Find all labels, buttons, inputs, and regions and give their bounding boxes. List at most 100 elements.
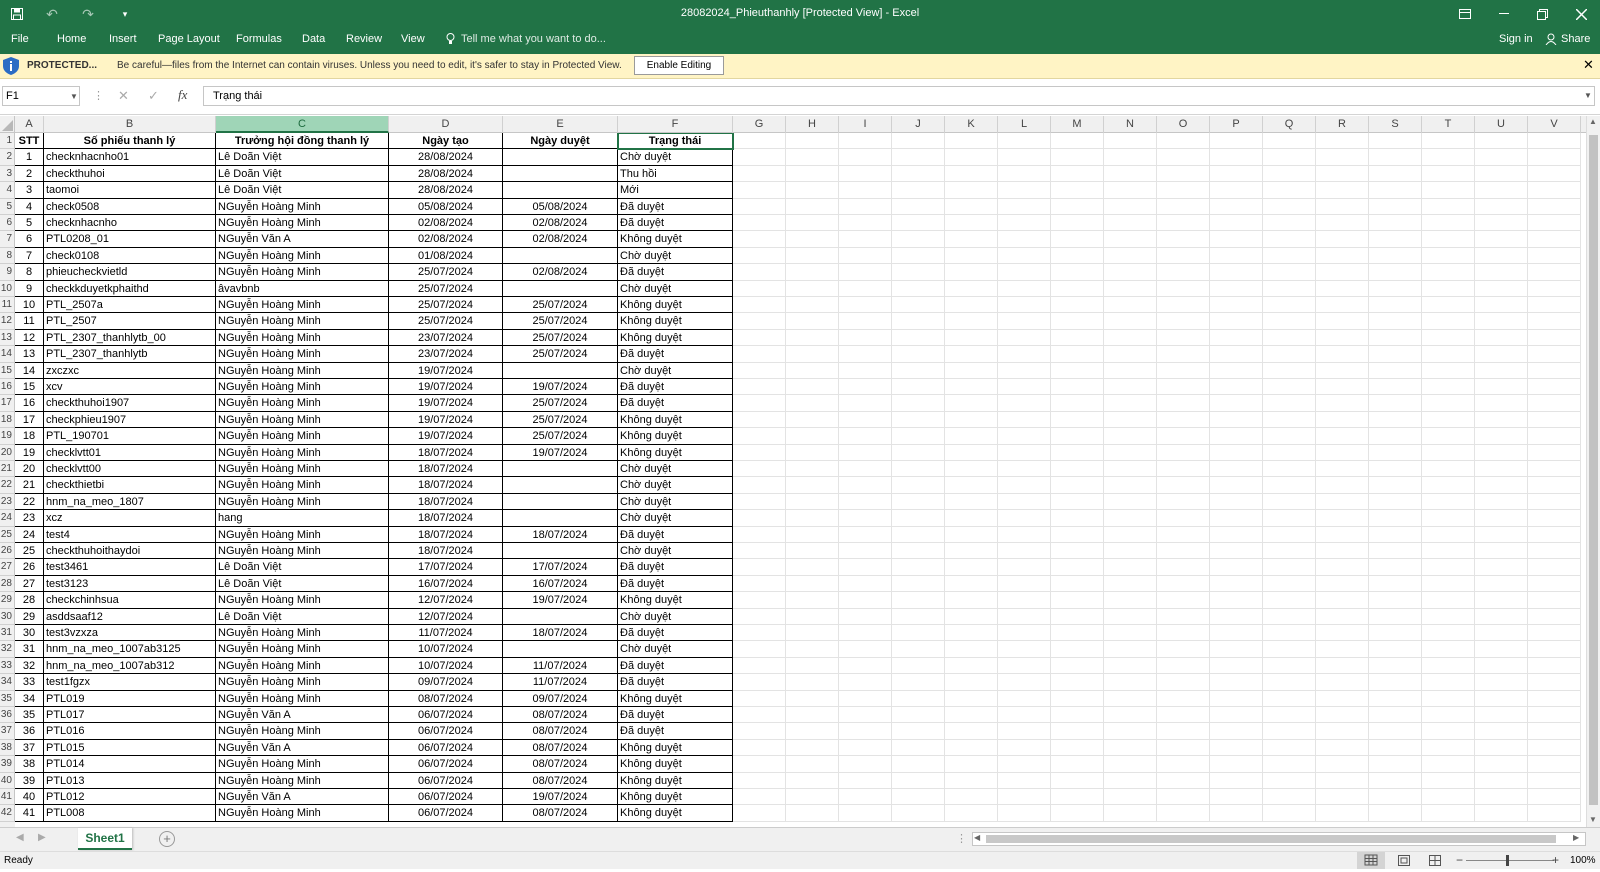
empty-cell[interactable] [1422,247,1475,265]
empty-cell[interactable] [733,411,786,429]
vertical-scroll-thumb[interactable] [1589,135,1598,805]
empty-cell[interactable] [786,526,839,543]
table-cell[interactable]: 12/07/2024 [389,608,503,625]
empty-cell[interactable] [1528,739,1581,757]
empty-cell[interactable] [1263,526,1316,543]
empty-cell[interactable] [1316,674,1369,691]
table-cell[interactable]: 08/07/2024 [503,723,618,740]
table-cell[interactable]: 08/07/2024 [503,772,618,789]
table-cell[interactable]: NGuyễn Hoàng Minh [216,313,389,330]
empty-cell[interactable] [1210,805,1263,822]
page-break-view-icon[interactable] [1429,855,1441,869]
table-cell[interactable]: NGuyễn Hoàng Minh [216,641,389,658]
table-cell[interactable]: 36 [15,723,44,740]
empty-cell[interactable] [892,641,945,658]
empty-cell[interactable] [1422,133,1475,150]
empty-cell[interactable] [1528,690,1581,707]
empty-cell[interactable] [1369,182,1422,199]
empty-cell[interactable] [1369,772,1422,789]
table-cell[interactable]: 3 [15,182,44,199]
table-cell[interactable]: Chờ duyệt [618,608,733,625]
empty-cell[interactable] [1051,756,1104,773]
empty-cell[interactable] [839,575,892,593]
empty-cell[interactable] [1316,362,1369,379]
empty-cell[interactable] [1369,805,1422,822]
empty-cell[interactable] [786,657,839,675]
empty-cell[interactable] [1210,477,1263,494]
empty-cell[interactable] [945,165,998,183]
empty-cell[interactable] [1369,526,1422,543]
empty-cell[interactable] [1422,149,1475,166]
formula-input[interactable]: Trạng thái [203,86,1595,106]
table-cell[interactable]: Đã duyệt [618,215,733,232]
empty-cell[interactable] [998,575,1051,593]
empty-cell[interactable] [1369,395,1422,412]
empty-cell[interactable] [733,510,786,527]
table-cell[interactable]: Lê Doãn Việt [216,165,389,183]
empty-cell[interactable] [1316,395,1369,412]
table-cell[interactable]: 30 [15,625,44,642]
empty-cell[interactable] [1422,723,1475,740]
horizontal-scrollbar[interactable]: ◀ ▶ [972,832,1586,846]
empty-cell[interactable] [1369,674,1422,691]
table-cell[interactable]: 16/07/2024 [389,575,503,593]
empty-cell[interactable] [1051,707,1104,724]
empty-cell[interactable] [1263,346,1316,363]
empty-cell[interactable] [945,575,998,593]
empty-cell[interactable] [1157,182,1210,199]
empty-cell[interactable] [1051,526,1104,543]
empty-cell[interactable] [1263,313,1316,330]
empty-cell[interactable] [1528,608,1581,625]
table-cell[interactable]: 19/07/2024 [389,362,503,379]
empty-cell[interactable] [1210,379,1263,396]
empty-cell[interactable] [945,641,998,658]
table-cell[interactable]: Đã duyệt [618,723,733,740]
table-cell[interactable]: Đã duyệt [618,559,733,576]
empty-cell[interactable] [1210,198,1263,215]
empty-cell[interactable] [1210,215,1263,232]
empty-cell[interactable] [998,608,1051,625]
empty-cell[interactable] [786,379,839,396]
table-cell[interactable]: PTL008 [44,805,216,822]
column-header-s[interactable]: S [1369,116,1422,133]
empty-cell[interactable] [1369,379,1422,396]
empty-cell[interactable] [1528,510,1581,527]
empty-cell[interactable] [786,707,839,724]
empty-cell[interactable] [945,264,998,281]
empty-cell[interactable] [839,657,892,675]
empty-cell[interactable] [998,789,1051,806]
table-cell[interactable] [503,461,618,478]
table-cell[interactable]: checkthuhoi [44,165,216,183]
row-header[interactable]: 7 [0,231,15,248]
empty-cell[interactable] [733,149,786,166]
tab-formulas[interactable]: Formulas [236,33,282,45]
empty-cell[interactable] [1157,329,1210,347]
empty-cell[interactable] [1475,657,1528,675]
empty-cell[interactable] [1528,231,1581,248]
table-cell[interactable] [503,641,618,658]
empty-cell[interactable] [1316,510,1369,527]
empty-cell[interactable] [1263,592,1316,609]
empty-cell[interactable] [1528,772,1581,789]
empty-cell[interactable] [1051,674,1104,691]
zoom-level[interactable]: 100% [1570,855,1596,866]
row-header[interactable]: 36 [0,707,15,724]
empty-cell[interactable] [1263,182,1316,199]
empty-cell[interactable] [1157,346,1210,363]
empty-cell[interactable] [1263,707,1316,724]
empty-cell[interactable] [1157,198,1210,215]
empty-cell[interactable] [1210,362,1263,379]
table-cell[interactable]: NGuyễn Hoàng Minh [216,461,389,478]
table-cell[interactable]: NGuyễn Hoàng Minh [216,411,389,429]
empty-cell[interactable] [733,428,786,445]
table-cell[interactable]: checkphieu1907 [44,411,216,429]
empty-cell[interactable] [839,493,892,511]
table-cell[interactable]: Chờ duyệt [618,247,733,265]
empty-cell[interactable] [1316,182,1369,199]
empty-cell[interactable] [733,247,786,265]
table-cell[interactable]: checkthietbi [44,477,216,494]
empty-cell[interactable] [892,789,945,806]
empty-cell[interactable] [1528,559,1581,576]
empty-cell[interactable] [1528,247,1581,265]
table-cell[interactable]: 08/07/2024 [503,756,618,773]
